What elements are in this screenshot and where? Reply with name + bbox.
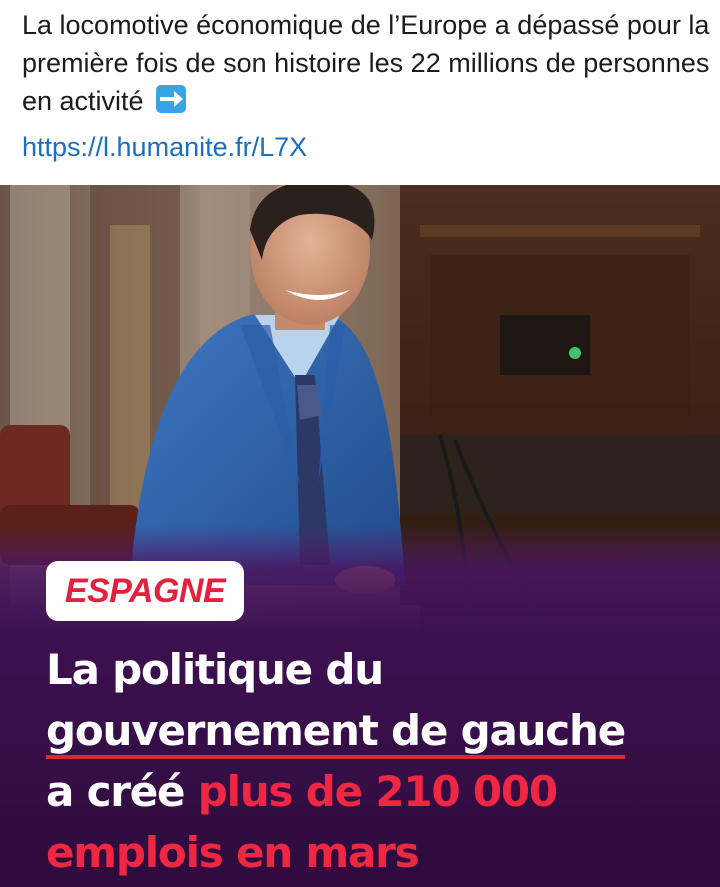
post-text-content: La locomotive économique de l’Europe a d…	[22, 10, 710, 116]
speaker-photo	[0, 185, 720, 887]
right-arrow-icon	[156, 85, 187, 113]
article-card[interactable]: ESPAGNE La politique du gouvernement de …	[0, 185, 720, 887]
post-text: La locomotive économique de l’Europe a d…	[22, 6, 712, 120]
article-link[interactable]: https://l.humanite.fr/L7X	[22, 128, 307, 166]
